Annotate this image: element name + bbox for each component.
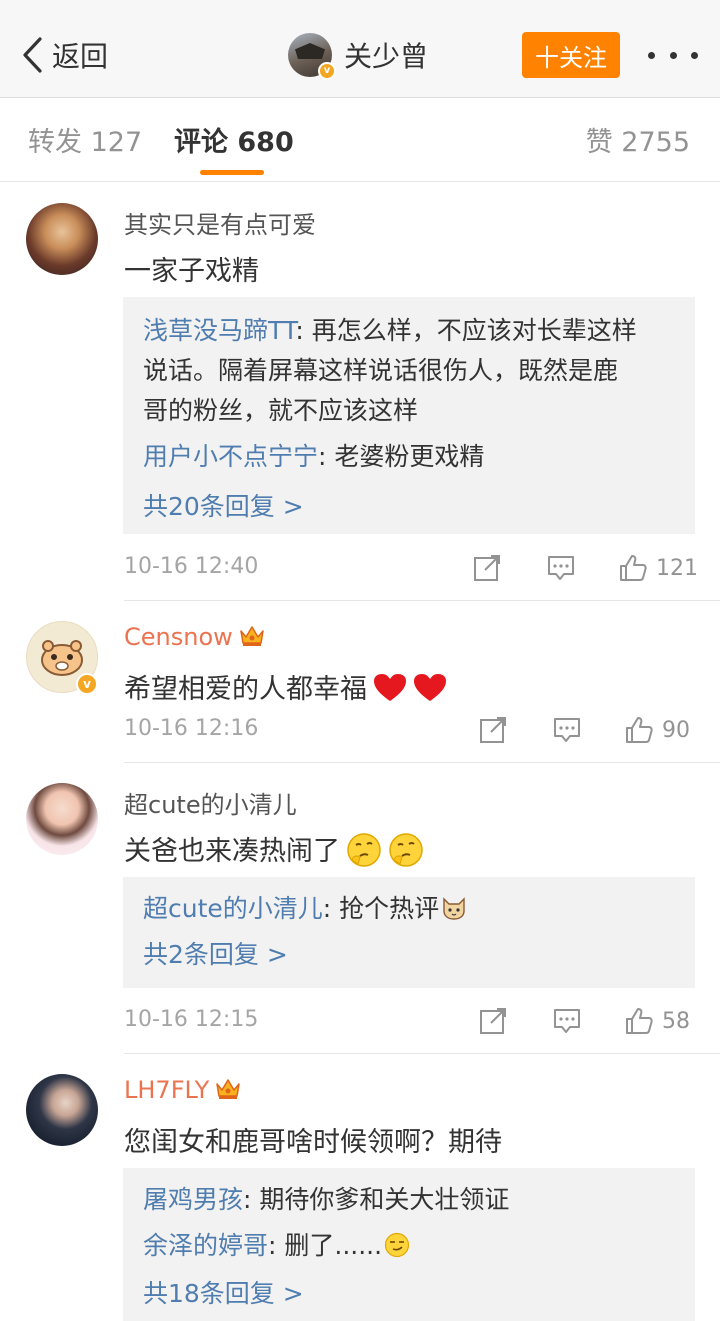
like-button[interactable]: 121 — [618, 548, 698, 588]
like-count: 58 — [662, 1008, 690, 1034]
share-icon[interactable] — [472, 548, 502, 588]
reply-line: 哥的粉丝，就不应该这样 — [143, 396, 419, 425]
comment-text: 希望相爱的人都幸福 — [124, 667, 447, 706]
avatar[interactable]: v — [288, 33, 336, 80]
reply-line: 屠鸡男孩: 期待你爹和关大壮领证 — [143, 1180, 675, 1220]
avatar[interactable]: v — [26, 621, 98, 695]
comment-time: 10-16 12:15 — [124, 1007, 259, 1032]
comment-meta: 10-16 12:40 121 — [124, 548, 698, 588]
smirk-emoji-icon — [384, 1232, 410, 1258]
more-replies-link[interactable]: 共18条回复 > — [143, 1274, 675, 1310]
divider — [124, 762, 720, 763]
top-nav-bar: 返回 v 关少曾 十关注 — [0, 0, 720, 98]
vip-crown-icon — [216, 1079, 241, 1099]
reply-author[interactable]: 用户小不点宁宁 — [143, 442, 318, 471]
divider — [124, 600, 720, 601]
divider — [124, 1053, 720, 1054]
cat-emoji-icon — [443, 897, 465, 920]
reply-box[interactable]: 超cute的小清儿: 抢个热评 共2条回复 > — [123, 877, 695, 988]
like-count: 90 — [662, 717, 690, 743]
more-replies-link[interactable]: 共20条回复 > — [143, 487, 675, 523]
tab-repost[interactable]: 转发 127 — [28, 120, 142, 159]
page-title: 关少曾 — [344, 40, 429, 73]
reply-line: 余泽的婷哥: 删了...... — [143, 1226, 675, 1266]
chevron-left-icon — [23, 37, 42, 73]
comment-time: 10-16 12:40 — [124, 554, 259, 579]
reply-text: : 删了...... — [268, 1231, 383, 1260]
comment-text: 您闺女和鹿哥啥时候领啊？期待 — [124, 1127, 502, 1158]
comment-username[interactable]: LH7FLY — [124, 1076, 241, 1104]
comment-username[interactable]: 超cute的小清儿 — [124, 785, 297, 820]
verified-badge-icon: v — [318, 62, 336, 80]
heart-emoji-icon — [414, 674, 446, 701]
thumbs-up-icon — [626, 1008, 653, 1034]
reply-text: : 抢个热评 — [322, 894, 440, 923]
comment-time: 10-16 12:16 — [124, 716, 259, 741]
back-button[interactable]: 返回 — [20, 32, 108, 78]
thumbs-up-icon — [620, 555, 647, 581]
avatar[interactable] — [26, 783, 98, 855]
verified-badge-icon: v — [76, 673, 98, 695]
profile-header[interactable]: v 关少曾 — [288, 32, 429, 80]
comment-text: 一家子戏精 — [124, 256, 259, 287]
comment-icon[interactable] — [546, 548, 576, 588]
reply-box[interactable]: 浅草没马蹄TT: 再怎么样，不应该对长辈这样 说话。隔着屏幕这样说话很伤人，既然… — [123, 297, 695, 534]
heart-emoji-icon — [374, 674, 406, 701]
more-replies-link[interactable]: 共2条回复 > — [143, 935, 675, 971]
comment-icon[interactable] — [552, 1001, 582, 1041]
vip-crown-icon — [240, 626, 264, 646]
reply-author[interactable]: 余泽的婷哥 — [143, 1231, 268, 1260]
thinking-emoji-icon — [389, 833, 423, 867]
thinking-emoji-icon — [347, 833, 381, 867]
active-tab-indicator — [200, 170, 264, 175]
back-label: 返回 — [52, 40, 109, 73]
comment-icon[interactable] — [552, 710, 582, 750]
reply-text: : 再怎么样，不应该对长辈这样 — [295, 316, 637, 345]
share-icon[interactable] — [478, 1001, 508, 1041]
comment-username[interactable]: Censnow — [124, 623, 265, 651]
comment-text: 关爸也来凑热闹了 — [124, 829, 424, 868]
reply-author[interactable]: 浅草没马蹄TT — [143, 316, 295, 345]
reply-line: 超cute的小清儿: 抢个热评 — [143, 889, 675, 929]
avatar[interactable] — [26, 203, 98, 275]
like-count: 121 — [656, 555, 698, 581]
avatar[interactable] — [26, 1074, 98, 1146]
like-button[interactable]: 90 — [624, 710, 690, 750]
tab-bar: 转发 127 评论 680 赞 2755 — [0, 98, 720, 182]
comment-username[interactable]: 其实只是有点可爱 — [124, 205, 316, 240]
share-icon[interactable] — [478, 710, 508, 750]
reply-box[interactable]: 屠鸡男孩: 期待你爹和关大壮领证 余泽的婷哥: 删了...... 共18条回复 … — [123, 1168, 695, 1321]
reply-author[interactable]: 超cute的小清儿 — [143, 894, 323, 923]
more-options-icon[interactable] — [648, 44, 698, 66]
comment-meta: 10-16 12:15 58 — [124, 1001, 696, 1041]
like-button[interactable]: 58 — [624, 1001, 690, 1041]
thumbs-up-icon — [626, 717, 653, 743]
reply-line: 说话。隔着屏幕这样说话很伤人，既然是鹿 — [143, 356, 619, 385]
tab-like[interactable]: 赞 2755 — [586, 120, 690, 159]
reply-author[interactable]: 屠鸡男孩 — [143, 1185, 243, 1214]
reply-text: : 老婆粉更戏精 — [318, 442, 485, 471]
comment-meta: 10-16 12:16 90 — [124, 710, 696, 750]
follow-button[interactable]: 十关注 — [522, 32, 620, 78]
reply-line: 用户小不点宁宁: 老婆粉更戏精 — [143, 437, 675, 477]
reply-text: : 期待你爹和关大壮领证 — [243, 1185, 510, 1214]
reply-line: 浅草没马蹄TT: 再怎么样，不应该对长辈这样 — [143, 311, 675, 351]
tab-comment[interactable]: 评论 680 — [174, 120, 294, 159]
